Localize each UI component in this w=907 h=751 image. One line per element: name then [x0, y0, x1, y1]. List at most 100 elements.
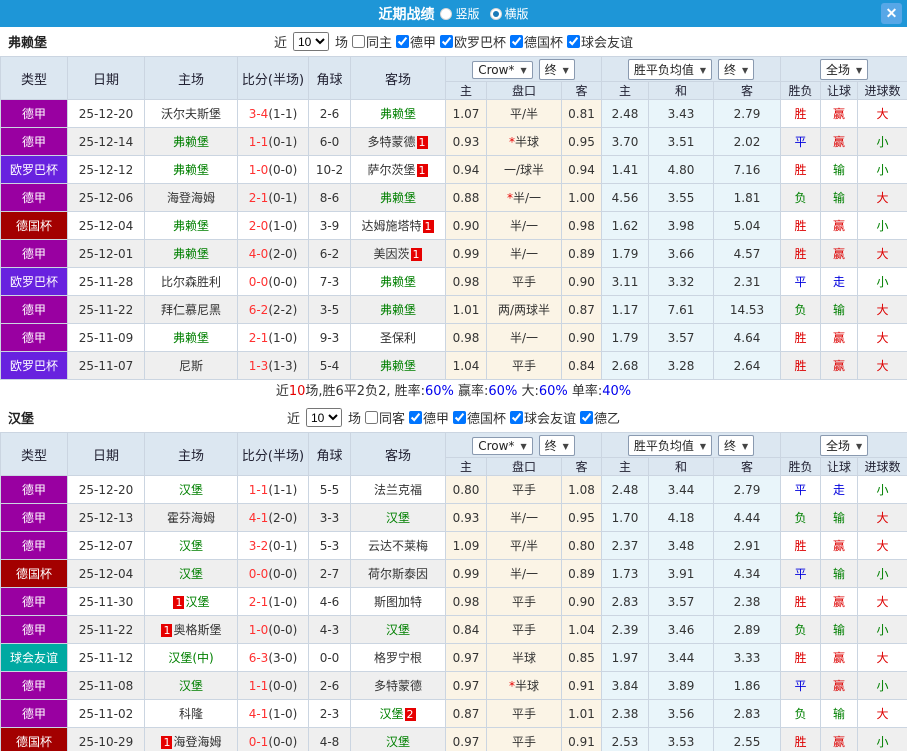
league-filter[interactable]: 德国杯: [453, 408, 506, 427]
odds-home: 1.01: [445, 295, 487, 324]
avg-away: 2.38: [712, 587, 782, 616]
result-wdl: 平: [780, 475, 822, 504]
team-cell: 汉堡(中): [144, 643, 238, 672]
odds-away: 0.81: [561, 99, 602, 128]
odds-away: 0.91: [561, 671, 602, 700]
league-tag: 德甲: [0, 503, 68, 532]
filter-controls: 近 10 场 同主 德甲 欧罗巴杯 德国杯 球会友谊: [274, 32, 633, 51]
avg-draw: 3.89: [648, 671, 714, 700]
league-checkbox[interactable]: [567, 35, 581, 48]
scope-select[interactable]: 全场: [819, 434, 869, 456]
odds-home: 0.93: [445, 127, 487, 156]
avg-select[interactable]: 胜平负均值: [627, 58, 713, 80]
league-filter[interactable]: 球会友谊: [510, 408, 576, 427]
col-score: 比分(半场): [237, 432, 309, 476]
radio-horizontal-layout[interactable]: 横版: [489, 5, 529, 22]
close-button[interactable]: ✕: [881, 3, 902, 24]
league-filter[interactable]: 欧罗巴杯: [440, 32, 506, 51]
score-cell: 6-3(3-0): [237, 643, 309, 672]
avg-home: 1.79: [601, 323, 649, 352]
handicap-line: 平手: [486, 351, 562, 380]
odds-home: 0.97: [445, 643, 487, 672]
final-select-1[interactable]: 终: [538, 58, 575, 80]
result-handicap: 输: [820, 155, 859, 184]
col-odds-home: 主: [445, 81, 487, 100]
team-cell: 弗赖堡: [144, 127, 238, 156]
bookmaker-select[interactable]: Crow*: [472, 60, 533, 79]
score-cell: 1-1(0-1): [237, 127, 309, 156]
handicap-line: 平/半: [486, 531, 562, 560]
league-filter-label: 德甲: [409, 36, 436, 51]
avg-home: 3.11: [601, 267, 649, 296]
same-venue-filter[interactable]: 同主: [351, 32, 392, 51]
match-date: 25-12-04: [67, 559, 145, 588]
league-filter[interactable]: 德国杯: [510, 32, 563, 51]
odds-away: 0.90: [561, 323, 602, 352]
team-name: 比尔森胜利: [160, 275, 221, 289]
radio-selected-icon[interactable]: [489, 7, 502, 20]
bookmaker-select[interactable]: Crow*: [472, 436, 533, 455]
avg-draw: 3.46: [648, 615, 714, 644]
same-venue-checkbox[interactable]: [351, 35, 365, 48]
team-name: 汉堡: [178, 539, 203, 553]
handicap-line: 一/球半: [486, 155, 562, 184]
red-card-badge: 1: [410, 248, 422, 261]
radio-vertical-layout[interactable]: 竖版: [440, 5, 480, 22]
final-select-2[interactable]: 终: [718, 434, 755, 456]
result-goals: 小: [857, 155, 907, 184]
result-goals: 大: [857, 503, 907, 532]
same-venue-filter[interactable]: 同客: [364, 408, 405, 427]
final-select-1[interactable]: 终: [538, 434, 575, 456]
result-wdl: 负: [780, 183, 822, 212]
league-checkbox[interactable]: [510, 411, 524, 424]
col-type: 类型: [0, 432, 68, 476]
result-handicap: 赢: [820, 531, 859, 560]
team-cell: 汉堡: [350, 615, 446, 644]
league-filter[interactable]: 德甲: [395, 32, 436, 51]
odds-away: 0.91: [561, 727, 602, 751]
avg-home: 1.70: [601, 503, 649, 532]
match-date: 25-12-14: [67, 127, 145, 156]
odds-away: 0.89: [561, 559, 602, 588]
result-goals: 小: [857, 559, 907, 588]
league-checkbox[interactable]: [510, 35, 524, 48]
same-venue-checkbox[interactable]: [364, 411, 378, 424]
team-cell: 多特蒙德 1: [350, 127, 446, 156]
league-checkbox[interactable]: [580, 411, 594, 424]
recent-count-select[interactable]: 10: [305, 408, 342, 427]
result-handicap: 输: [820, 503, 859, 532]
result-wdl: 胜: [780, 531, 822, 560]
handicap-line: 半/一: [486, 503, 562, 532]
team-title: 弗赖堡: [8, 36, 48, 51]
recent-count-select[interactable]: 10: [292, 32, 329, 51]
team-cell: 弗赖堡: [144, 211, 238, 240]
result-goals: 小: [857, 211, 907, 240]
final-select-2[interactable]: 终: [718, 58, 755, 80]
league-checkbox[interactable]: [453, 411, 466, 424]
league-filter[interactable]: 德乙: [580, 408, 620, 427]
match-row: 欧罗巴杯 25-11-28 比尔森胜利 0-0(0-0) 7-3 弗赖堡 0.98 平手 0.9…: [0, 267, 907, 296]
avg-home: 2.48: [601, 99, 649, 128]
league-filter[interactable]: 德甲: [408, 408, 449, 427]
odds-away: 0.98: [561, 211, 602, 240]
team-name: 弗赖堡: [172, 163, 209, 177]
filter-bar: 汉堡 近 10 场 同客 德甲 德国杯 球会友谊 德乙: [0, 403, 907, 432]
near-label: 近: [273, 36, 287, 51]
col-odds-away: 客: [561, 81, 602, 100]
league-checkbox[interactable]: [395, 35, 409, 48]
avg-select[interactable]: 胜平负均值: [627, 434, 713, 456]
avg-home: 1.73: [601, 559, 649, 588]
radio-unselected-icon[interactable]: [440, 7, 453, 20]
handicap-line: *半球: [486, 127, 562, 156]
scope-select[interactable]: 全场: [819, 58, 869, 80]
team-cell: 圣保利: [350, 323, 446, 352]
league-checkbox[interactable]: [440, 35, 453, 48]
match-row: 德甲 25-12-06 海登海姆 2-1(0-1) 8-6 弗赖堡 0.88 *半/一 1.00…: [0, 183, 907, 212]
col-res-handicap: 让球: [820, 457, 859, 476]
score-cell: 4-1(1-0): [237, 699, 309, 728]
team-name: 汉堡: [185, 595, 210, 609]
league-filter[interactable]: 球会友谊: [567, 32, 633, 51]
odds-away: 0.85: [561, 643, 602, 672]
col-avg-away: 客: [712, 81, 782, 100]
league-checkbox[interactable]: [408, 411, 422, 424]
